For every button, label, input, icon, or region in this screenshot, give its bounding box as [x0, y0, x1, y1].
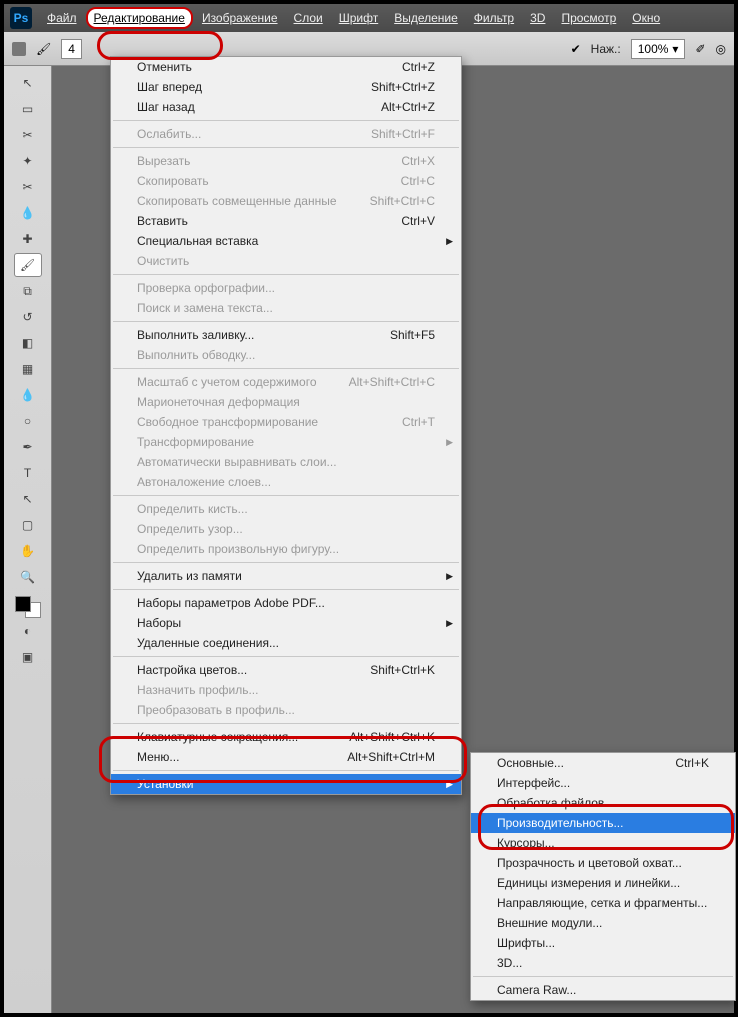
edit-item-очистить[interactable]: Очистить	[111, 251, 461, 271]
tool-preset-icon[interactable]	[12, 42, 26, 56]
edit-item-свободное-трансформирование[interactable]: Свободное трансформированиеCtrl+T	[111, 412, 461, 432]
menu-image[interactable]: Изображение	[195, 8, 285, 28]
edit-item-определить-кисть[interactable]: Определить кисть...	[111, 499, 461, 519]
color-swatch[interactable]	[15, 596, 41, 618]
edit-item-установки[interactable]: Установки	[111, 774, 461, 794]
tool-eraser[interactable]: ◧	[14, 331, 42, 355]
edit-item-скопировать[interactable]: СкопироватьCtrl+C	[111, 171, 461, 191]
edit-item-удалить-из-памяти[interactable]: Удалить из памяти	[111, 566, 461, 586]
brush-preview-icon[interactable]: 🖌	[36, 42, 51, 56]
edit-item-клавиатурные-сокращения[interactable]: Клавиатурные сокращения...Alt+Shift+Ctrl…	[111, 727, 461, 747]
edit-item-трансформирование[interactable]: Трансформирование	[111, 432, 461, 452]
tool-crop[interactable]: ✂	[14, 175, 42, 199]
edit-item-преобразовать-в-профиль[interactable]: Преобразовать в профиль...	[111, 700, 461, 720]
pref-item-направляющие-сетка-и-фрагменты[interactable]: Направляющие, сетка и фрагменты...	[471, 893, 735, 913]
pref-item-прозрачность-и-цветовой-охват[interactable]: Прозрачность и цветовой охват...	[471, 853, 735, 873]
edit-item-марионеточная-деформация[interactable]: Марионеточная деформация	[111, 392, 461, 412]
edit-item-вставить[interactable]: ВставитьCtrl+V	[111, 211, 461, 231]
toolbox: ↖ ▭ ✂ ✦ ✂ 💧 ✚ 🖌 ⧉ ↺ ◧ ▦ 💧 ○ ✒ T ↖ ▢ ✋ 🔍 …	[4, 66, 52, 1013]
screenmode-icon[interactable]: ▣	[14, 645, 42, 669]
menu-view[interactable]: Просмотр	[554, 8, 623, 28]
edit-item-масштаб-с-учетом-содержимого[interactable]: Масштаб с учетом содержимогоAlt+Shift+Ct…	[111, 372, 461, 392]
edit-item-определить-произвольную-фигуру[interactable]: Определить произвольную фигуру...	[111, 539, 461, 559]
airbrush-icon[interactable]: ✔	[571, 42, 581, 56]
edit-item-назначить-профиль[interactable]: Назначить профиль...	[111, 680, 461, 700]
tool-brush[interactable]: 🖌	[14, 253, 42, 277]
edit-item-отменить[interactable]: ОтменитьCtrl+Z	[111, 57, 461, 77]
pref-item-шрифты[interactable]: Шрифты...	[471, 933, 735, 953]
pressure-label: Наж.:	[591, 42, 621, 56]
tool-move[interactable]: ↖	[14, 71, 42, 95]
edit-item-ослабить[interactable]: Ослабить...Shift+Ctrl+F	[111, 124, 461, 144]
app-logo: Ps	[10, 7, 32, 29]
pref-item-производительность[interactable]: Производительность...	[471, 813, 735, 833]
edit-item-поиск-и-замена-текста[interactable]: Поиск и замена текста...	[111, 298, 461, 318]
tool-pen[interactable]: ✒	[14, 435, 42, 459]
menu-type[interactable]: Шрифт	[332, 8, 385, 28]
pref-item-camera-raw[interactable]: Camera Raw...	[471, 980, 735, 1000]
tablet-pressure-icon[interactable]: ✐	[695, 42, 705, 56]
pref-item-курсоры[interactable]: Курсоры...	[471, 833, 735, 853]
pref-item-3d[interactable]: 3D...	[471, 953, 735, 973]
tool-stamp[interactable]: ⧉	[14, 279, 42, 303]
tool-history-brush[interactable]: ↺	[14, 305, 42, 329]
pressure-field[interactable]: 100%▾	[631, 39, 686, 59]
brush-size-field[interactable]: 4	[61, 39, 82, 59]
quickmask-icon[interactable]: ◐	[14, 619, 42, 643]
tool-marquee[interactable]: ▭	[14, 97, 42, 121]
tablet-opacity-icon[interactable]: ◎	[716, 42, 726, 56]
tool-wand[interactable]: ✦	[14, 149, 42, 173]
pref-item-основные[interactable]: Основные...Ctrl+K	[471, 753, 735, 773]
tool-healing[interactable]: ✚	[14, 227, 42, 251]
edit-item-шаг-вперед[interactable]: Шаг впередShift+Ctrl+Z	[111, 77, 461, 97]
edit-item-скопировать-совмещенные-данные[interactable]: Скопировать совмещенные данныеShift+Ctrl…	[111, 191, 461, 211]
tool-zoom[interactable]: 🔍	[14, 565, 42, 589]
tool-shape[interactable]: ▢	[14, 513, 42, 537]
menu-3d[interactable]: 3D	[523, 8, 552, 28]
edit-item-определить-узор[interactable]: Определить узор...	[111, 519, 461, 539]
pref-item-интерфейс[interactable]: Интерфейс...	[471, 773, 735, 793]
tool-blur[interactable]: 💧	[14, 383, 42, 407]
menu-file[interactable]: Файл	[40, 8, 84, 28]
edit-item-проверка-орфографии[interactable]: Проверка орфографии...	[111, 278, 461, 298]
menu-layers[interactable]: Слои	[287, 8, 330, 28]
pref-item-единицы-измерения-и-линейки[interactable]: Единицы измерения и линейки...	[471, 873, 735, 893]
edit-item-меню[interactable]: Меню...Alt+Shift+Ctrl+M	[111, 747, 461, 767]
edit-item-удаленные-соединения[interactable]: Удаленные соединения...	[111, 633, 461, 653]
menu-select[interactable]: Выделение	[387, 8, 465, 28]
edit-dropdown: ОтменитьCtrl+ZШаг впередShift+Ctrl+ZШаг …	[110, 56, 462, 795]
edit-item-вырезать[interactable]: ВырезатьCtrl+X	[111, 151, 461, 171]
menu-bar: Файл Редактирование Изображение Слои Шри…	[40, 7, 667, 29]
tool-hand[interactable]: ✋	[14, 539, 42, 563]
edit-item-шаг-назад[interactable]: Шаг назадAlt+Ctrl+Z	[111, 97, 461, 117]
edit-item-наборы-параметров-adobe-pdf[interactable]: Наборы параметров Adobe PDF...	[111, 593, 461, 613]
edit-item-специальная-вставка[interactable]: Специальная вставка	[111, 231, 461, 251]
edit-item-настройка-цветов[interactable]: Настройка цветов...Shift+Ctrl+K	[111, 660, 461, 680]
menu-window[interactable]: Окно	[625, 8, 667, 28]
tool-eyedropper[interactable]: 💧	[14, 201, 42, 225]
edit-item-наборы[interactable]: Наборы	[111, 613, 461, 633]
edit-item-автоматически-выравнивать-слои[interactable]: Автоматически выравнивать слои...	[111, 452, 461, 472]
tool-type[interactable]: T	[14, 461, 42, 485]
tool-gradient[interactable]: ▦	[14, 357, 42, 381]
preferences-submenu: Основные...Ctrl+KИнтерфейс...Обработка ф…	[470, 752, 736, 1001]
menu-edit[interactable]: Редактирование	[86, 7, 193, 29]
edit-item-выполнить-заливку[interactable]: Выполнить заливку...Shift+F5	[111, 325, 461, 345]
edit-item-автоналожение-слоев[interactable]: Автоналожение слоев...	[111, 472, 461, 492]
title-bar: Ps Файл Редактирование Изображение Слои …	[4, 4, 734, 32]
tool-dodge[interactable]: ○	[14, 409, 42, 433]
edit-item-выполнить-обводку[interactable]: Выполнить обводку...	[111, 345, 461, 365]
tool-path-select[interactable]: ↖	[14, 487, 42, 511]
pref-item-внешние-модули[interactable]: Внешние модули...	[471, 913, 735, 933]
tool-lasso[interactable]: ✂	[14, 123, 42, 147]
menu-filter[interactable]: Фильтр	[467, 8, 521, 28]
pref-item-обработка-файлов[interactable]: Обработка файлов...	[471, 793, 735, 813]
